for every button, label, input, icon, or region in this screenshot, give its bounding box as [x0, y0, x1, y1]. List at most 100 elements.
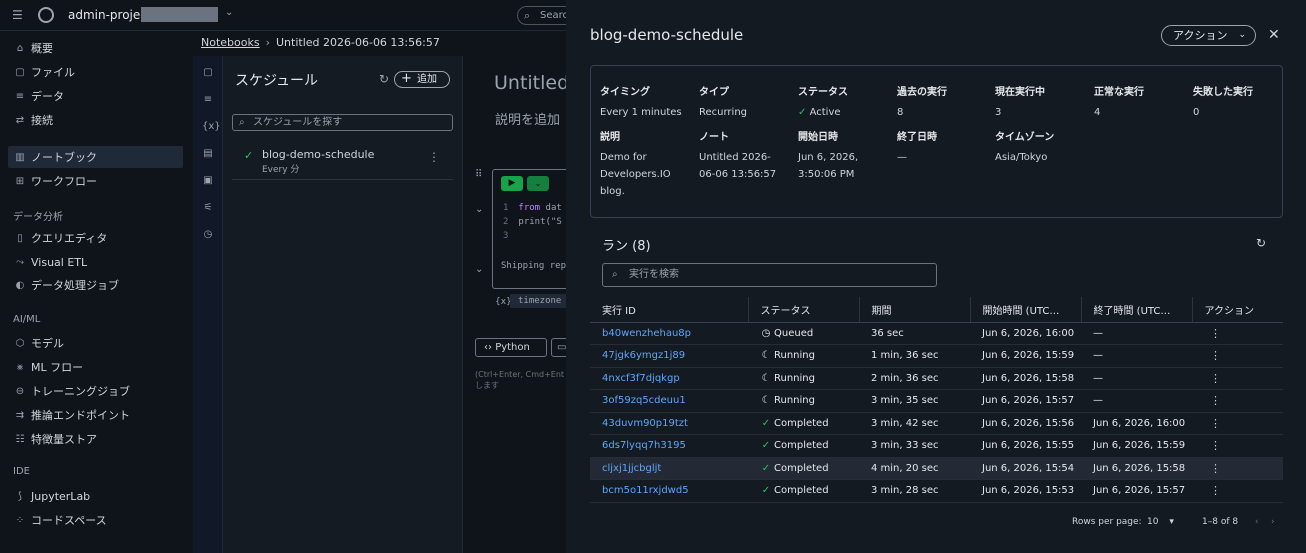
add-schedule-button[interactable]: + 追加 — [394, 71, 450, 88]
column-duration[interactable]: 期間 — [859, 297, 971, 323]
detail-label: ノート — [699, 132, 729, 143]
runs-search-input[interactable]: ⌕ 実行を検索 — [602, 263, 937, 287]
more-vertical-icon[interactable]: ⋮ — [1192, 479, 1283, 503]
run-status-label: Completed — [774, 417, 829, 429]
table-row[interactable]: cljxj1jjcbgljt ✓ Completed 4 min, 20 sec Jun… — [590, 457, 1283, 480]
sidebar-item-models[interactable]: ⬡ モデル — [8, 332, 183, 354]
home-icon: ⌂ — [16, 42, 24, 54]
schedule-list-item[interactable]: ✓ blog-demo-schedule Every 分 ⋮ — [232, 142, 453, 180]
run-status-label: Running — [774, 372, 815, 384]
notebook-icon: ▥ — [15, 151, 25, 163]
run-id-link[interactable]: b40wenzhehau8p — [590, 322, 748, 345]
schedule-icon[interactable]: ◷ — [202, 229, 214, 241]
sidebar-item-inference-endpoints[interactable]: ⇉ 推論エンドポイント — [8, 404, 183, 426]
table-row[interactable]: bcm5o11rxjdwd5 ✓ Completed 3 min, 28 sec Jun… — [590, 479, 1283, 503]
detail-label: 終了日時 — [897, 132, 937, 143]
run-id-link[interactable]: 43duvm90p19tzt — [590, 412, 748, 435]
run-id-link[interactable]: 47jgk6ymgz1j89 — [590, 344, 748, 368]
database-icon[interactable]: ≡ — [202, 94, 214, 106]
table-row[interactable]: 6ds7lyqq7h3195 ✓ Completed 3 min, 33 sec Jun… — [590, 434, 1283, 458]
sidebar-item-data[interactable]: ≡ データ — [8, 85, 183, 107]
drag-handle-icon[interactable]: ⠿ — [475, 169, 482, 180]
run-start-time: Jun 6, 2026, 15:58 — [970, 367, 1081, 390]
chevron-down-icon: ⌄ — [1238, 30, 1246, 40]
more-vertical-icon[interactable]: ⋮ — [1192, 434, 1283, 458]
prev-page-icon[interactable]: ‹ — [1255, 517, 1259, 527]
column-start-time[interactable]: 開始時間 (UTC… — [970, 297, 1082, 323]
detail-value: Every 1 minutes — [600, 107, 682, 118]
column-end-time[interactable]: 終了時間 (UTC… — [1081, 297, 1193, 323]
caret-down-icon: ▾ — [1169, 517, 1174, 527]
more-vertical-icon[interactable]: ⋮ — [1192, 412, 1283, 435]
sidebar-item-workflows[interactable]: ⊞ ワークフロー — [8, 170, 183, 192]
table-icon[interactable]: ▤ — [202, 148, 214, 160]
sidebar-item-overview[interactable]: ⌂ 概要 — [8, 37, 183, 59]
runs-title: ラン (8) — [602, 239, 651, 254]
sidebar-item-mlflow[interactable]: ⨳ ML フロー — [8, 356, 183, 378]
language-python-button[interactable]: ‹› Python — [475, 338, 547, 357]
chevron-down-icon[interactable]: ⌄ — [225, 7, 233, 18]
package-icon[interactable]: ▣ — [202, 175, 214, 187]
sidebar-item-feature-store[interactable]: ☷ 特徴量ストア — [8, 428, 183, 450]
notebook-description[interactable]: 説明を追加 — [495, 109, 560, 128]
more-vertical-icon[interactable]: ⋮ — [1192, 389, 1283, 413]
table-row[interactable]: 3of59zq5cdeuu1 ☾ Running 3 min, 35 sec Jun 6… — [590, 389, 1283, 413]
actions-dropdown[interactable]: アクション ⌄ — [1161, 25, 1256, 46]
sql-cell-button[interactable]: ▭ — [551, 338, 566, 357]
cell-code[interactable]: 1 from dat 2 print("S 3 — [503, 201, 562, 243]
detail-label: ステータス — [798, 87, 848, 98]
schedule-frequency: Every 分 — [262, 165, 300, 175]
sidebar-item-notebooks[interactable]: ▥ ノートブック — [8, 146, 183, 168]
variables-icon[interactable]: {x} — [202, 121, 221, 133]
run-hint: (Ctrl+Enter, Cmd+Ent します — [475, 370, 565, 390]
sidebar-item-label: 特徴量ストア — [31, 433, 97, 446]
sidebar-item-codespaces[interactable]: ⁘ コードスペース — [8, 509, 183, 531]
sidebar-item-files[interactable]: ▢ ファイル — [8, 61, 183, 83]
sidebar-section-analytics: データ分析 — [13, 212, 63, 223]
sidebar-item-data-jobs[interactable]: ◐ データ処理ジョブ — [8, 274, 183, 296]
more-vertical-icon[interactable]: ⋮ — [1192, 344, 1283, 368]
settings-sliders-icon[interactable]: ⚟ — [202, 202, 214, 214]
sidebar-item-connections[interactable]: ⇄ 接続 — [8, 109, 183, 131]
close-icon[interactable]: ✕ — [1268, 27, 1280, 43]
sidebar: ⌂ 概要 ▢ ファイル ≡ データ ⇄ 接続 ▥ ノートブック ⊞ ワークフロー データ分析… — [0, 31, 193, 553]
next-page-icon[interactable]: › — [1271, 517, 1275, 527]
more-vertical-icon[interactable]: ⋮ — [428, 150, 440, 164]
table-row[interactable]: 43duvm90p19tzt ✓ Completed 3 min, 42 sec Jun… — [590, 412, 1283, 435]
schedule-search-input[interactable]: ⌕ スケジュールを探す — [232, 114, 453, 131]
notebook-title[interactable]: Untitled — [494, 72, 566, 94]
run-id-link[interactable]: 6ds7lyqq7h3195 — [590, 434, 748, 458]
timezone-chip[interactable]: timezone — [510, 294, 566, 308]
run-options-button[interactable]: ⌄ — [527, 176, 549, 191]
refresh-icon[interactable]: ↻ — [1256, 236, 1266, 250]
breadcrumb-notebooks-link[interactable]: Notebooks — [201, 36, 260, 49]
table-row[interactable]: 47jgk6ymgz1j89 ☾ Running 1 min, 36 sec Jun 6… — [590, 344, 1283, 368]
column-status[interactable]: ステータス — [748, 297, 860, 323]
menu-icon[interactable]: ☰ — [12, 8, 23, 22]
sidebar-item-query-editor[interactable]: ▯ クエリエディタ — [8, 227, 183, 249]
sidebar-item-visual-etl[interactable]: ⤳ Visual ETL — [8, 251, 183, 273]
run-cell-button[interactable]: ▶ — [501, 176, 523, 191]
sidebar-item-training-jobs[interactable]: ⊖ トレーニングジョブ — [8, 380, 183, 402]
table-row[interactable]: b40wenzhehau8p ◷ Queued 36 sec Jun 6, 2026, … — [590, 322, 1283, 345]
file-icon[interactable]: ▢ — [202, 67, 214, 79]
chevron-down-icon[interactable]: ⌄ — [475, 204, 483, 215]
table-row[interactable]: 4nxcf3f7djqkgp ☾ Running 2 min, 36 sec Jun 6… — [590, 367, 1283, 390]
refresh-icon[interactable]: ↻ — [379, 72, 389, 86]
detail-timezone: タイムゾーン Asia/Tokyo — [995, 128, 1090, 166]
more-vertical-icon[interactable]: ⋮ — [1192, 457, 1283, 480]
more-vertical-icon[interactable]: ⋮ — [1192, 367, 1283, 390]
column-run-id[interactable]: 実行 ID — [590, 297, 749, 323]
run-id-link[interactable]: bcm5o11rxjdwd5 — [590, 479, 748, 503]
run-id-link[interactable]: cljxj1jjcbgljt — [590, 457, 748, 480]
chevron-down-icon[interactable]: ⌄ — [475, 264, 483, 275]
rows-per-page-select[interactable]: 10 ▾ — [1147, 517, 1174, 527]
sidebar-item-jupyterlab[interactable]: ⟆ JupyterLab — [8, 485, 183, 507]
more-vertical-icon[interactable]: ⋮ — [1192, 322, 1283, 345]
run-id-link[interactable]: 3of59zq5cdeuu1 — [590, 389, 748, 413]
sidebar-item-label: モデル — [31, 337, 64, 350]
sidebar-item-label: 接続 — [31, 114, 53, 127]
run-id-link[interactable]: 4nxcf3f7djqkgp — [590, 367, 748, 390]
run-start-time: Jun 6, 2026, 15:53 — [970, 479, 1081, 503]
run-status: ✓ Completed — [748, 457, 859, 480]
